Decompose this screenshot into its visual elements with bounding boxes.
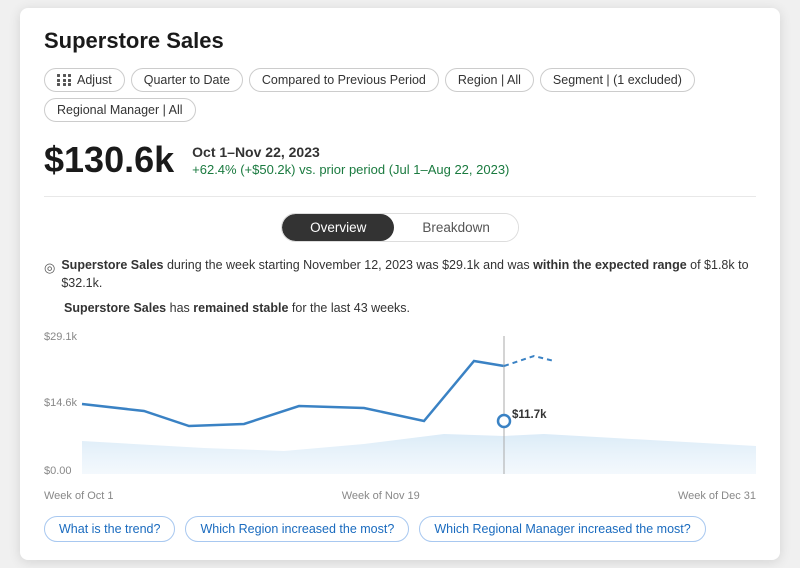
manager-link-button[interactable]: Which Regional Manager increased the mos… [419, 516, 705, 542]
x-label-oct: Week of Oct 1 [44, 490, 114, 502]
insight-1: ◎ Superstore Sales during the week start… [44, 256, 756, 294]
tab-row: Overview Breakdown [44, 213, 756, 242]
svg-text:$11.7k: $11.7k [512, 409, 547, 421]
tab-breakdown[interactable]: Breakdown [394, 214, 518, 241]
x-label-nov: Week of Nov 19 [342, 490, 420, 502]
tab-group: Overview Breakdown [281, 213, 519, 242]
region-filter-button[interactable]: Region | All [445, 68, 534, 92]
axis-labels: Week of Oct 1 Week of Nov 19 Week of Dec… [44, 490, 756, 502]
chart-svg: $29.1k $14.6k $0.00 $11.7k [44, 326, 756, 486]
bottom-links: What is the trend? Which Region increase… [44, 516, 756, 542]
solid-line [82, 361, 504, 426]
dashed-line [504, 356, 554, 366]
adjust-button[interactable]: Adjust [44, 68, 125, 92]
tab-overview[interactable]: Overview [282, 214, 394, 241]
filter-bar: Adjust Quarter to Date Compared to Previ… [44, 68, 756, 122]
quarter-filter-button[interactable]: Quarter to Date [131, 68, 243, 92]
page-title: Superstore Sales [44, 28, 756, 54]
metric-period: Oct 1–Nov 22, 2023 [192, 144, 509, 160]
grid-icon [57, 74, 72, 86]
region-link-button[interactable]: Which Region increased the most? [185, 516, 409, 542]
data-point [498, 415, 510, 427]
confidence-band [82, 434, 756, 474]
chart-area: $29.1k $14.6k $0.00 $11.7k [44, 326, 756, 486]
trend-link-button[interactable]: What is the trend? [44, 516, 175, 542]
svg-text:$14.6k: $14.6k [44, 397, 78, 409]
insight-2: Superstore Sales has remained stable for… [44, 299, 756, 318]
metric-change: +62.4% (+$50.2k) vs. prior period (Jul 1… [192, 162, 509, 177]
manager-filter-button[interactable]: Regional Manager | All [44, 98, 196, 122]
metric-row: $130.6k Oct 1–Nov 22, 2023 +62.4% (+$50.… [44, 140, 756, 197]
svg-text:$29.1k: $29.1k [44, 331, 78, 343]
pin-icon: ◎ [44, 258, 55, 278]
metric-value: $130.6k [44, 140, 174, 180]
compare-filter-button[interactable]: Compared to Previous Period [249, 68, 439, 92]
segment-filter-button[interactable]: Segment | (1 excluded) [540, 68, 695, 92]
svg-text:$0.00: $0.00 [44, 465, 72, 477]
metric-detail: Oct 1–Nov 22, 2023 +62.4% (+$50.2k) vs. … [192, 140, 509, 177]
main-card: Superstore Sales Adjust Quarter to Date … [20, 8, 780, 560]
x-label-dec: Week of Dec 31 [678, 490, 756, 502]
